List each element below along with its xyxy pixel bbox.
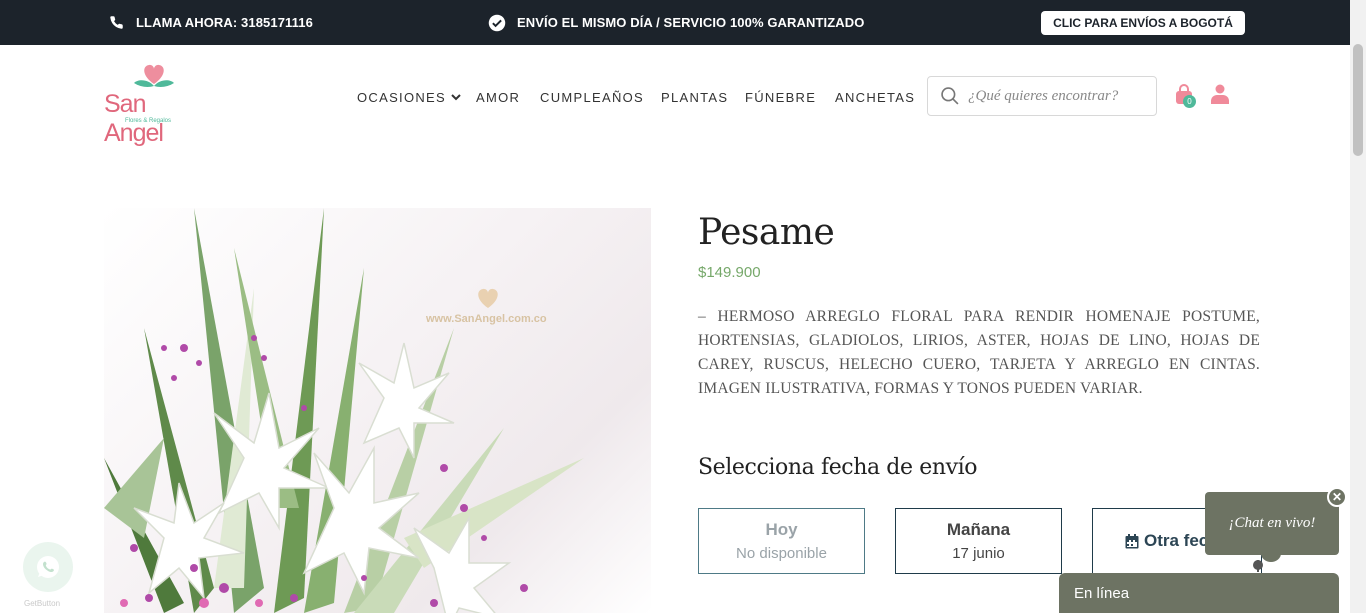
nav-label: OCASIONES (357, 89, 446, 105)
product-price: $149.900 (698, 264, 761, 281)
phone-text: LLAMA AHORA: 3185171116 (136, 15, 313, 30)
nav-cumpleanos[interactable]: CUMPLEAÑOS (540, 88, 644, 106)
shipping-text: ENVÍO EL MISMO DÍA / SERVICIO 100% GARAN… (517, 15, 865, 30)
delivery-date-title: Selecciona fecha de envío (698, 455, 978, 480)
option-label: Mañana (946, 520, 1011, 539)
product-title: Pesame (698, 212, 835, 253)
call-now-link[interactable]: LLAMA AHORA: 3185171116 (109, 0, 313, 45)
user-icon (1211, 84, 1229, 104)
nav-label: ANCHETAS (835, 89, 916, 105)
delivery-option-today[interactable]: Hoy No disponible (698, 508, 865, 574)
whatsapp-icon (37, 556, 59, 578)
nav-anchetas[interactable]: ANCHETAS (835, 88, 915, 106)
nav-ocasiones[interactable]: OCASIONES (357, 88, 462, 106)
nav-plantas[interactable]: PLANTAS (661, 88, 728, 106)
getbutton-label: GetButton (24, 599, 61, 608)
account-button[interactable] (1211, 84, 1229, 109)
product-description: – HERMOSO ARREGLO FLORAL PARA RENDIR HOM… (698, 308, 1260, 397)
nav-label: CUMPLEAÑOS (540, 89, 645, 105)
nav-label: PLANTAS (661, 89, 729, 105)
product-image[interactable]: www.SanAngel.com.co (104, 208, 651, 613)
scrollbar-thumb[interactable] (1353, 44, 1363, 156)
check-circle-icon (488, 14, 506, 31)
option-sublabel: 17 junio (952, 545, 1005, 562)
close-icon[interactable]: ✕ (1327, 487, 1347, 507)
chevron-down-icon (451, 94, 461, 101)
image-watermark: www.SanAngel.com.co (425, 313, 547, 325)
top-announcement-bar: LLAMA AHORA: 3185171116 ENVÍO EL MISMO D… (0, 0, 1350, 45)
logo-tagline: Flores & Regalos (125, 118, 172, 124)
bogota-shipping-button[interactable]: CLIC PARA ENVÍOS A BOGOTÁ (1041, 11, 1245, 35)
nav-label: AMOR (476, 89, 521, 105)
cart-count-badge: 0 (1183, 95, 1196, 108)
nav-funebre[interactable]: FÚNEBRE (745, 88, 816, 106)
option-label: Otra fec (1144, 531, 1209, 550)
page-scrollbar[interactable] (1350, 0, 1366, 613)
flower-arrangement-image: www.SanAngel.com.co (104, 208, 584, 613)
option-label: Hoy (765, 520, 798, 539)
search-box[interactable] (927, 76, 1157, 116)
option-sublabel: No disponible (736, 545, 827, 562)
cart-button[interactable]: 0 (1175, 84, 1197, 110)
phone-icon (110, 16, 123, 29)
search-icon[interactable] (940, 86, 960, 106)
nav-label: FÚNEBRE (745, 89, 817, 105)
search-input[interactable] (968, 87, 1146, 105)
nav-amor[interactable]: AMOR (476, 88, 520, 106)
site-logo[interactable]: San Angel Flores & Regalos (104, 62, 208, 147)
delivery-option-tomorrow[interactable]: Mañana 17 junio (895, 508, 1062, 574)
chat-pin (1253, 560, 1263, 570)
live-chat-bubble[interactable]: ¡Chat en vivo! (1205, 492, 1339, 555)
chat-status-bar[interactable]: En línea (1059, 573, 1339, 613)
calendar-icon (1125, 533, 1139, 548)
shipping-notice: ENVÍO EL MISMO DÍA / SERVICIO 100% GARAN… (488, 0, 864, 45)
whatsapp-button[interactable] (23, 542, 73, 592)
